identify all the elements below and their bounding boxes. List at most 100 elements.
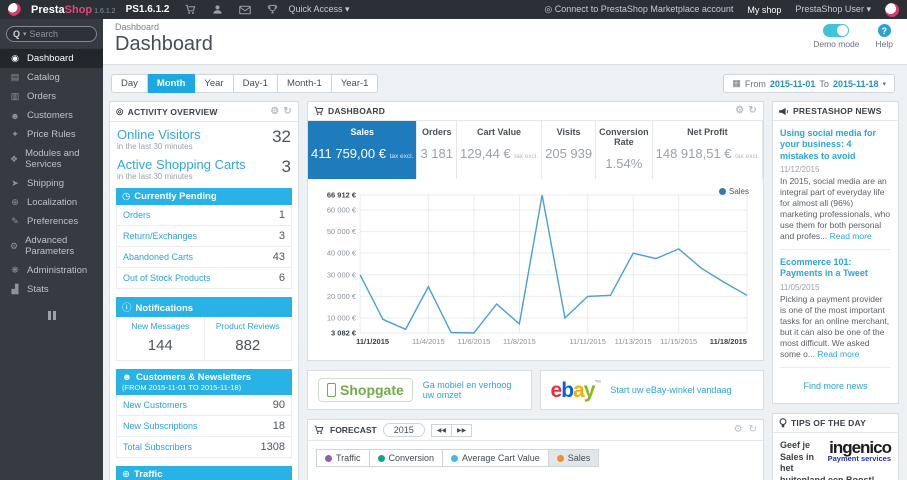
read-more-link[interactable]: Read more bbox=[817, 349, 859, 359]
chart-legend[interactable]: Sales bbox=[718, 187, 749, 196]
avatar[interactable] bbox=[885, 2, 899, 17]
trophy-icon[interactable] bbox=[267, 4, 278, 15]
new-messages-cell[interactable]: New Messages 144 bbox=[117, 317, 204, 360]
forecast-year[interactable]: 2015 bbox=[382, 423, 425, 437]
sidebar-item-advanced-parameters[interactable]: ⚙ Advanced Parameters bbox=[0, 231, 103, 261]
kpi-value: 3 181 bbox=[420, 146, 453, 161]
legend-average-cart-value-button[interactable]: Average Cart Value bbox=[443, 449, 549, 467]
range-button-group: Day Month Year Day-1 Month-1 Year-1 bbox=[111, 74, 379, 93]
sidebar-item-label: Catalog bbox=[27, 72, 60, 83]
cart-icon[interactable] bbox=[185, 4, 196, 15]
out-of-stock-row[interactable]: Out of Stock Products 6 bbox=[116, 268, 292, 289]
sidebar-search[interactable]: Q ▾ bbox=[6, 26, 97, 42]
breadcrumb[interactable]: Dashboard bbox=[115, 22, 895, 32]
sidebar-item-localization[interactable]: ⊕ Localization bbox=[0, 193, 103, 212]
marketplace-icon: ◎ bbox=[544, 4, 553, 14]
demo-mode-toggle[interactable] bbox=[823, 24, 850, 37]
kpi-sales[interactable]: Sales 411 759,00 € tax excl. bbox=[308, 121, 418, 179]
megaphone-icon bbox=[779, 107, 788, 115]
kpi-cart-value[interactable]: Cart Value 129,44 € tax excl. bbox=[457, 121, 543, 179]
sidebar-item-orders[interactable]: ▥ Orders bbox=[0, 87, 103, 106]
legend-traffic-button[interactable]: Traffic bbox=[316, 449, 370, 467]
new-customers-row[interactable]: New Customers 90 bbox=[116, 395, 292, 416]
range-year-1-button[interactable]: Year-1 bbox=[331, 74, 379, 93]
sidebar-item-label: Shipping bbox=[27, 178, 64, 189]
previous-year-button[interactable]: ◀◀ bbox=[430, 423, 453, 437]
sidebar-item-preferences[interactable]: ✎ Preferences bbox=[0, 212, 103, 231]
range-day-1-button[interactable]: Day-1 bbox=[233, 74, 278, 93]
news-title-link[interactable]: Using social media for your business: 4 … bbox=[780, 128, 891, 162]
pending-returns-row[interactable]: Return/Exchanges 3 bbox=[116, 226, 292, 247]
dashboard-panel: DASHBOARD ⚙ ↻ Sales 411 759,00 € tax excl… bbox=[307, 101, 764, 361]
abandoned-carts-row[interactable]: Abandoned Carts 43 bbox=[116, 247, 292, 268]
legend-label: Average Cart Value bbox=[462, 453, 540, 463]
ebay-link[interactable]: Start uw eBay-winkel vandaag bbox=[610, 385, 731, 395]
calendar-icon: ▦ bbox=[732, 78, 741, 88]
sidebar-item-stats[interactable]: ▟ Stats bbox=[0, 280, 103, 299]
refresh-icon[interactable]: ↻ bbox=[749, 425, 757, 435]
search-scope-caret-icon[interactable]: ▾ bbox=[23, 30, 27, 38]
sidebar-item-label: Localization bbox=[27, 197, 78, 208]
news-item: Ecommerce 101: Payments in a Tweet 11/05… bbox=[780, 257, 891, 368]
range-month-1-button[interactable]: Month-1 bbox=[277, 74, 332, 93]
marketplace-link[interactable]: ◎ Connect to PrestaShop Marketplace acco… bbox=[544, 4, 733, 15]
kpi-net-profit[interactable]: Net Profit 148 918,51 € tax excl. bbox=[653, 121, 763, 179]
gear-icon[interactable]: ⚙ bbox=[735, 106, 744, 116]
page-header: Dashboard Dashboard Demo mode ? Help bbox=[103, 19, 907, 65]
row-value: 90 bbox=[272, 399, 285, 411]
quick-access-menu[interactable]: Quick Access ▾ bbox=[288, 4, 349, 15]
kpi-conversion-rate[interactable]: Conversion Rate 1.54% bbox=[596, 121, 653, 179]
row-value: 1308 bbox=[260, 441, 285, 453]
active-carts-link[interactable]: Active Shopping Carts bbox=[117, 157, 246, 172]
pending-orders-row[interactable]: Orders 1 bbox=[116, 205, 292, 226]
kpi-label: Visits bbox=[556, 127, 581, 137]
date-range-button[interactable]: ▦ From 2015-11-01 To 2015-11-18 ▾ bbox=[723, 74, 895, 93]
gear-icon[interactable]: ⚙ bbox=[270, 106, 279, 117]
sidebar-item-administration[interactable]: ❋ Administration bbox=[0, 261, 103, 280]
new-subscriptions-row[interactable]: New Subscriptions 18 bbox=[116, 416, 292, 437]
chevron-down-icon: ▾ bbox=[882, 80, 886, 88]
range-month-button[interactable]: Month bbox=[147, 74, 196, 93]
legend-sales-button[interactable]: Sales bbox=[548, 449, 600, 467]
kpi-visits[interactable]: Visits 205 939 bbox=[542, 121, 597, 179]
find-more-news-link[interactable]: Find more news bbox=[780, 375, 891, 399]
refresh-icon[interactable]: ↻ bbox=[283, 106, 292, 117]
sidebar-item-catalog[interactable]: ▤ Catalog bbox=[0, 68, 103, 87]
sidebar-collapse-button[interactable] bbox=[47, 311, 56, 320]
kpi-suffix: tax excl. bbox=[735, 153, 759, 160]
refresh-icon[interactable]: ↻ bbox=[748, 106, 757, 116]
product-reviews-cell[interactable]: Product Reviews 882 bbox=[203, 317, 292, 360]
messages-icon[interactable] bbox=[239, 5, 252, 15]
news-title-link[interactable]: Ecommerce 101: Payments in a Tweet bbox=[780, 257, 891, 280]
activity-panel-title: ACTIVITY OVERVIEW bbox=[127, 106, 218, 117]
row-label: Total Subscribers bbox=[123, 442, 193, 452]
sidebar-item-dashboard[interactable]: ◉ Dashboard bbox=[0, 49, 103, 68]
ingenico-tagline: Payment services bbox=[827, 454, 891, 464]
shopgate-logo: Shopgate bbox=[318, 378, 413, 402]
online-visitors-link[interactable]: Online Visitors bbox=[117, 127, 201, 142]
total-subscribers-row[interactable]: Total Subscribers 1308 bbox=[116, 437, 292, 458]
search-input[interactable] bbox=[29, 29, 82, 39]
user-menu[interactable]: PrestaShop User ▾ bbox=[795, 4, 871, 15]
shopgate-link[interactable]: Ga mobiel en verhoog uw omzet bbox=[423, 380, 521, 400]
kpi-row: Sales 411 759,00 € tax excl. Orders 3 181 … bbox=[308, 121, 763, 179]
chevron-down-icon: ▾ bbox=[345, 4, 350, 14]
my-shop-link[interactable]: My shop bbox=[747, 5, 781, 15]
sidebar-item-price-rules[interactable]: ✦ Price Rules bbox=[0, 125, 103, 144]
sidebar-item-modules[interactable]: ❖ Modules and Services bbox=[0, 144, 103, 174]
sidebar-item-customers[interactable]: ☻ Customers bbox=[0, 106, 103, 125]
gear-icon[interactable]: ⚙ bbox=[734, 425, 743, 435]
legend-conversion-button[interactable]: Conversion bbox=[369, 449, 444, 467]
lightbulb-icon bbox=[779, 417, 787, 428]
info-icon: ⓘ bbox=[122, 303, 132, 314]
kpi-orders[interactable]: Orders 3 181 bbox=[417, 121, 458, 179]
cell-value: 144 bbox=[147, 337, 173, 354]
customer-icon[interactable] bbox=[212, 4, 223, 15]
next-year-button[interactable]: ▶▶ bbox=[452, 423, 473, 437]
range-day-button[interactable]: Day bbox=[111, 74, 148, 93]
sidebar-item-shipping[interactable]: ➤ Shipping bbox=[0, 174, 103, 193]
modules-icon: ❖ bbox=[10, 153, 19, 164]
help-icon[interactable]: ? bbox=[877, 24, 891, 37]
read-more-link[interactable]: Read more bbox=[830, 231, 872, 241]
range-year-button[interactable]: Year bbox=[195, 74, 234, 93]
